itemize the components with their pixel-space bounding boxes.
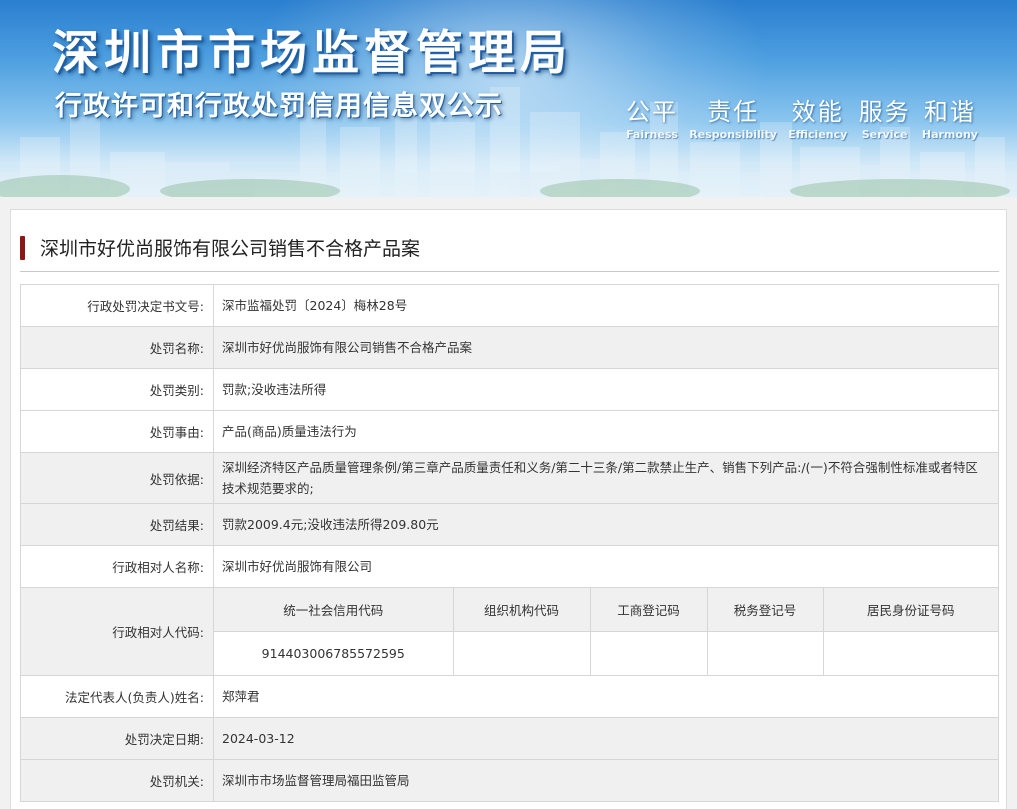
slogan-cn: 服务 bbox=[858, 98, 911, 126]
row-label: 处罚机关: bbox=[20, 759, 214, 802]
table-row-legal-rep: 法定代表人(负责人)姓名: 郑萍君 bbox=[20, 675, 999, 718]
row-value: 深圳市好优尚服饰有限公司 bbox=[213, 545, 999, 588]
table-row-party-name: 行政相对人名称: 深圳市好优尚服饰有限公司 bbox=[20, 545, 999, 588]
penalty-info-table: 行政处罚决定书文号: 深市监福处罚〔2024〕梅林28号 处罚名称: 深圳市好优… bbox=[20, 284, 999, 802]
code-value-credit: 914403006785572595 bbox=[214, 631, 453, 675]
slogan-efficiency: 效能 Efficiency bbox=[788, 92, 847, 141]
row-label: 行政处罚决定书文号: bbox=[20, 284, 214, 327]
row-value: 罚款2009.4元;没收违法所得209.80元 bbox=[213, 503, 999, 546]
slogan-cn: 效能 bbox=[791, 98, 844, 126]
row-value: 罚款;没收违法所得 bbox=[213, 368, 999, 411]
slogan-service: 服务 Service bbox=[859, 92, 911, 141]
code-header-tax: 税务登记号 bbox=[706, 588, 823, 632]
row-value: 郑萍君 bbox=[213, 675, 999, 718]
slogan-group: 公平 Fairness 责任 Responsibility 效能 Efficie… bbox=[626, 92, 978, 141]
code-header-org: 组织机构代码 bbox=[452, 588, 590, 632]
slogan-en: Harmony bbox=[921, 128, 978, 141]
code-header-id: 居民身份证号码 bbox=[822, 588, 998, 632]
table-row-penalty-basis: 处罚依据: 深圳经济特区产品质量管理条例/第三章产品质量责任和义务/第二十三条/… bbox=[20, 452, 999, 504]
slogan-en: Service bbox=[861, 128, 908, 141]
row-value: 深圳经济特区产品质量管理条例/第三章产品质量责任和义务/第二十三条/第二款禁止生… bbox=[213, 452, 999, 504]
slogan-en: Efficiency bbox=[788, 128, 848, 141]
slogan-harmony: 和谐 Harmony bbox=[922, 92, 978, 141]
table-row-party-code: 行政相对人代码: 统一社会信用代码 组织机构代码 工商登记码 税务登记号 居民身… bbox=[20, 587, 999, 676]
slogan-fairness: 公平 Fairness bbox=[626, 92, 678, 141]
detail-panel: 深圳市好优尚服饰有限公司销售不合格产品案 行政处罚决定书文号: 深市监福处罚〔2… bbox=[10, 209, 1007, 809]
slogan-cn: 责任 bbox=[707, 98, 760, 126]
row-label: 行政相对人名称: bbox=[20, 545, 214, 588]
code-header-row: 统一社会信用代码 组织机构代码 工商登记码 税务登记号 居民身份证号码 bbox=[214, 588, 998, 632]
row-value: 产品(商品)质量违法行为 bbox=[213, 410, 999, 453]
heading-accent-bar bbox=[20, 236, 25, 260]
row-label: 处罚依据: bbox=[20, 452, 214, 504]
code-value-org bbox=[452, 631, 590, 675]
code-value-business bbox=[589, 631, 707, 675]
row-value: 深市监福处罚〔2024〕梅林28号 bbox=[213, 284, 999, 327]
header-banner: 深圳市市场监督管理局 行政许可和行政处罚信用信息双公示 公平 Fairness … bbox=[0, 0, 1017, 197]
party-code-table: 统一社会信用代码 组织机构代码 工商登记码 税务登记号 居民身份证号码 9144… bbox=[214, 588, 998, 675]
slogan-cn: 和谐 bbox=[923, 98, 976, 126]
table-row-authority: 处罚机关: 深圳市市场监督管理局福田监管局 bbox=[20, 759, 999, 802]
row-label: 处罚事由: bbox=[20, 410, 214, 453]
code-header-business: 工商登记码 bbox=[589, 588, 707, 632]
row-label: 处罚类别: bbox=[20, 368, 214, 411]
case-heading: 深圳市好优尚服饰有限公司销售不合格产品案 bbox=[20, 232, 999, 272]
code-value-id bbox=[822, 631, 998, 675]
code-value-tax bbox=[706, 631, 823, 675]
code-header-credit: 统一社会信用代码 bbox=[214, 588, 453, 632]
row-label: 处罚结果: bbox=[20, 503, 214, 546]
table-row-penalty-result: 处罚结果: 罚款2009.4元;没收违法所得209.80元 bbox=[20, 503, 999, 546]
slogan-en: Responsibility bbox=[689, 128, 777, 141]
row-label: 处罚名称: bbox=[20, 326, 214, 369]
party-code-cell: 统一社会信用代码 组织机构代码 工商登记码 税务登记号 居民身份证号码 9144… bbox=[213, 587, 999, 676]
slogan-responsibility: 责任 Responsibility bbox=[689, 92, 777, 141]
slogan-cn: 公平 bbox=[626, 98, 678, 126]
row-value: 2024-03-12 bbox=[213, 717, 999, 760]
row-value: 深圳市市场监督管理局福田监管局 bbox=[213, 759, 999, 802]
row-label: 处罚决定日期: bbox=[20, 717, 214, 760]
table-row-decision-no: 行政处罚决定书文号: 深市监福处罚〔2024〕梅林28号 bbox=[20, 284, 999, 327]
banner-subtitle: 行政许可和行政处罚信用信息双公示 bbox=[55, 91, 503, 122]
table-row-decision-date: 处罚决定日期: 2024-03-12 bbox=[20, 717, 999, 760]
row-label: 法定代表人(负责人)姓名: bbox=[20, 675, 214, 718]
row-label: 行政相对人代码: bbox=[20, 587, 214, 676]
banner-title: 深圳市市场监督管理局 bbox=[52, 26, 572, 81]
table-row-penalty-name: 处罚名称: 深圳市好优尚服饰有限公司销售不合格产品案 bbox=[20, 326, 999, 369]
table-row-penalty-type: 处罚类别: 罚款;没收违法所得 bbox=[20, 368, 999, 411]
row-value: 深圳市好优尚服饰有限公司销售不合格产品案 bbox=[213, 326, 999, 369]
table-row-penalty-reason: 处罚事由: 产品(商品)质量违法行为 bbox=[20, 410, 999, 453]
page-title: 深圳市好优尚服饰有限公司销售不合格产品案 bbox=[40, 238, 421, 260]
slogan-en: Fairness bbox=[626, 128, 678, 141]
code-value-row: 914403006785572595 bbox=[214, 631, 998, 675]
